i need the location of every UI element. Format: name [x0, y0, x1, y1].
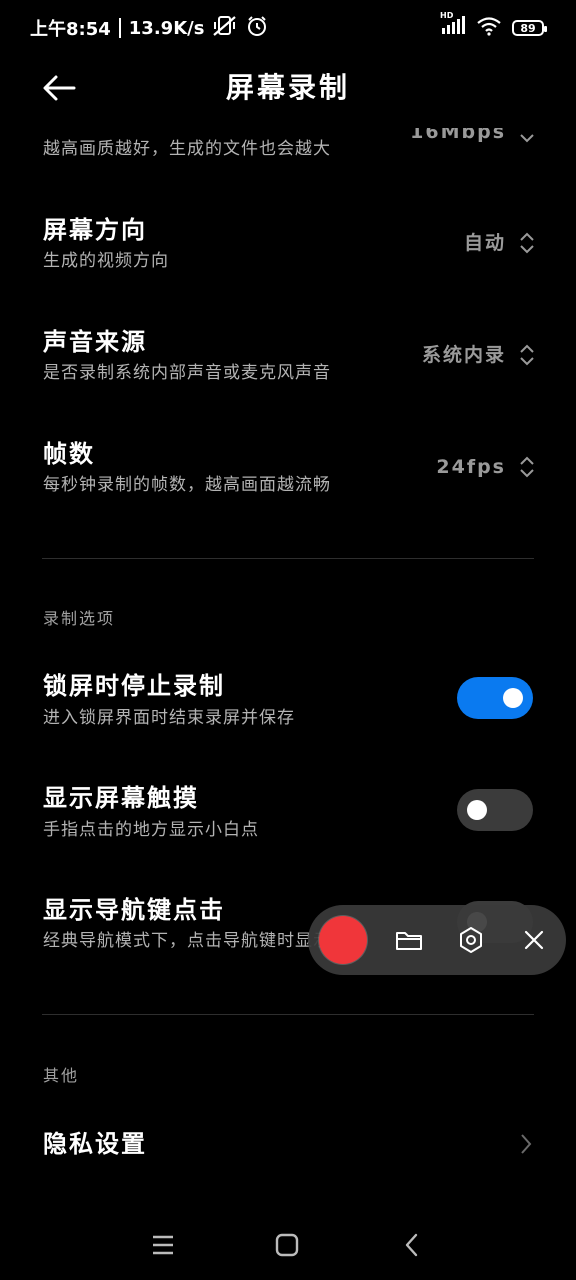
settings-hex-icon[interactable] — [456, 925, 486, 955]
home-icon[interactable] — [272, 1230, 302, 1260]
show-touches-toggle[interactable] — [457, 789, 533, 831]
section-label-recording-options: 录制选项 — [43, 609, 116, 628]
frame-rate-subtitle: 每秒钟录制的帧数，越高画面越流畅 — [43, 475, 331, 495]
orientation-value[interactable]: 自动 — [464, 229, 506, 257]
chevron-updown-icon[interactable] — [518, 454, 536, 480]
show-touches-title: 显示屏幕触摸 — [43, 784, 199, 812]
stop-on-lock-title: 锁屏时停止录制 — [43, 672, 225, 700]
battery-level: 89 — [520, 21, 536, 35]
record-button[interactable] — [319, 916, 367, 964]
status-time: 上午8:54 — [30, 19, 111, 40]
bitrate-subtitle: 越高画质越好，生成的文件也会越大 — [43, 139, 331, 159]
status-separator — [118, 18, 121, 38]
page-title: 屏幕录制 — [225, 71, 350, 104]
hd-label: HD — [440, 11, 454, 20]
audio-source-subtitle: 是否录制系统内部声音或麦克风声音 — [43, 363, 331, 383]
signal-icon: HD — [440, 11, 466, 40]
alarm-icon — [246, 15, 268, 42]
header-mask — [0, 108, 576, 128]
mute-vibrate-icon — [212, 14, 238, 43]
audio-source-title[interactable]: 声音来源 — [43, 326, 147, 358]
toggle-knob — [467, 800, 487, 820]
frame-rate-title[interactable]: 帧数 — [43, 438, 95, 470]
audio-source-value[interactable]: 系统内录 — [422, 341, 506, 369]
chevron-updown-icon[interactable] — [518, 342, 536, 368]
divider — [42, 558, 534, 559]
divider — [42, 1014, 534, 1015]
chevron-right-icon[interactable] — [518, 1131, 534, 1157]
privacy-settings-title[interactable]: 隐私设置 — [43, 1128, 147, 1160]
wifi-icon — [476, 16, 502, 40]
chevron-updown-icon[interactable] — [518, 230, 536, 256]
orientation-title[interactable]: 屏幕方向 — [43, 214, 147, 246]
back-icon[interactable] — [397, 1230, 427, 1260]
status-bar-right: HD 89 — [440, 11, 547, 42]
menu-icon[interactable] — [148, 1230, 178, 1260]
stop-on-lock-toggle[interactable] — [457, 677, 533, 719]
show-nav-taps-title: 显示导航键点击 — [43, 896, 225, 924]
status-net-speed: 13.9K/s — [128, 17, 205, 39]
orientation-subtitle: 生成的视频方向 — [43, 251, 169, 271]
stop-on-lock-subtitle: 进入锁屏界面时结束录屏并保存 — [43, 708, 295, 728]
section-label-other: 其他 — [43, 1066, 80, 1085]
status-bar-left: 上午8:54 13.9K/s — [30, 14, 268, 42]
show-touches-subtitle: 手指点击的地方显示小白点 — [43, 820, 259, 840]
close-icon[interactable] — [519, 925, 549, 955]
battery-icon: 89 — [512, 20, 547, 36]
frame-rate-value[interactable]: 24fps — [436, 453, 506, 481]
folder-icon[interactable] — [394, 925, 424, 955]
toggle-knob — [503, 688, 523, 708]
